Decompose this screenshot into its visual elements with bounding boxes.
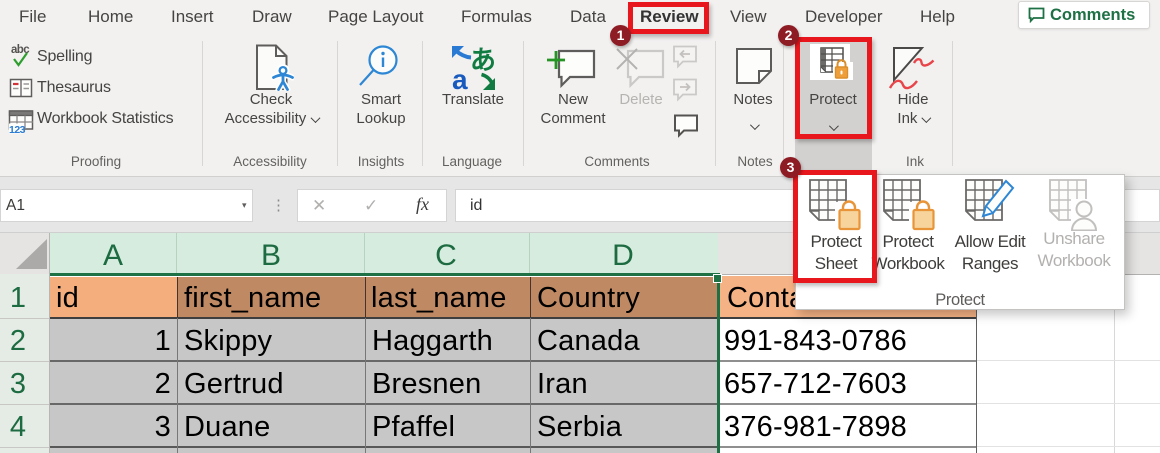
svg-text:123: 123 (9, 124, 26, 134)
svg-text:a: a (452, 64, 468, 93)
svg-text:あ: あ (470, 45, 496, 75)
